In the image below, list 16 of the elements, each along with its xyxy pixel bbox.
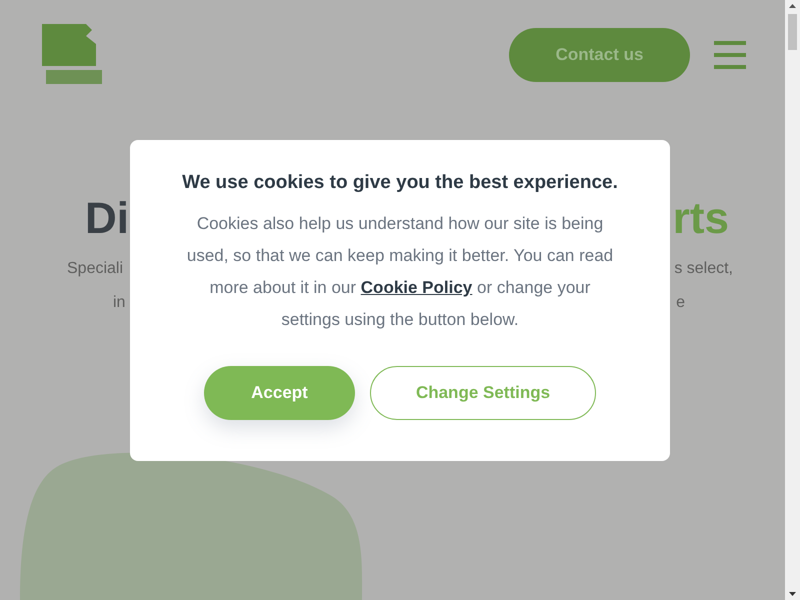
dialog-text: Cookies also help us understand how our site is being used, so that we can keep making it better. You can read more about it in our Cookie Policy or change your settings using the button below.	[186, 213, 614, 331]
scroll-thumb[interactable]	[788, 14, 797, 50]
hero-subtext: s select,	[674, 260, 733, 278]
hero-subtext: Speciali	[67, 260, 124, 278]
accept-button[interactable]: Accept	[204, 366, 355, 420]
dialog-title: We use cookies to give you the best experience.	[181, 172, 619, 194]
scrollbar[interactable]	[785, 0, 800, 600]
menu-icon[interactable]	[714, 40, 746, 70]
hero-heading: rts	[672, 194, 729, 244]
cookie-policy-link[interactable]: Cookie Policy	[360, 278, 472, 297]
contact-button[interactable]: Contact us	[509, 28, 690, 82]
hero-subtext: e	[676, 294, 685, 312]
hero-heading: Di	[85, 194, 129, 244]
hero-subtext: in	[113, 294, 126, 312]
settings-button[interactable]: Change Settings	[370, 366, 596, 420]
logo-icon[interactable]	[42, 24, 104, 86]
